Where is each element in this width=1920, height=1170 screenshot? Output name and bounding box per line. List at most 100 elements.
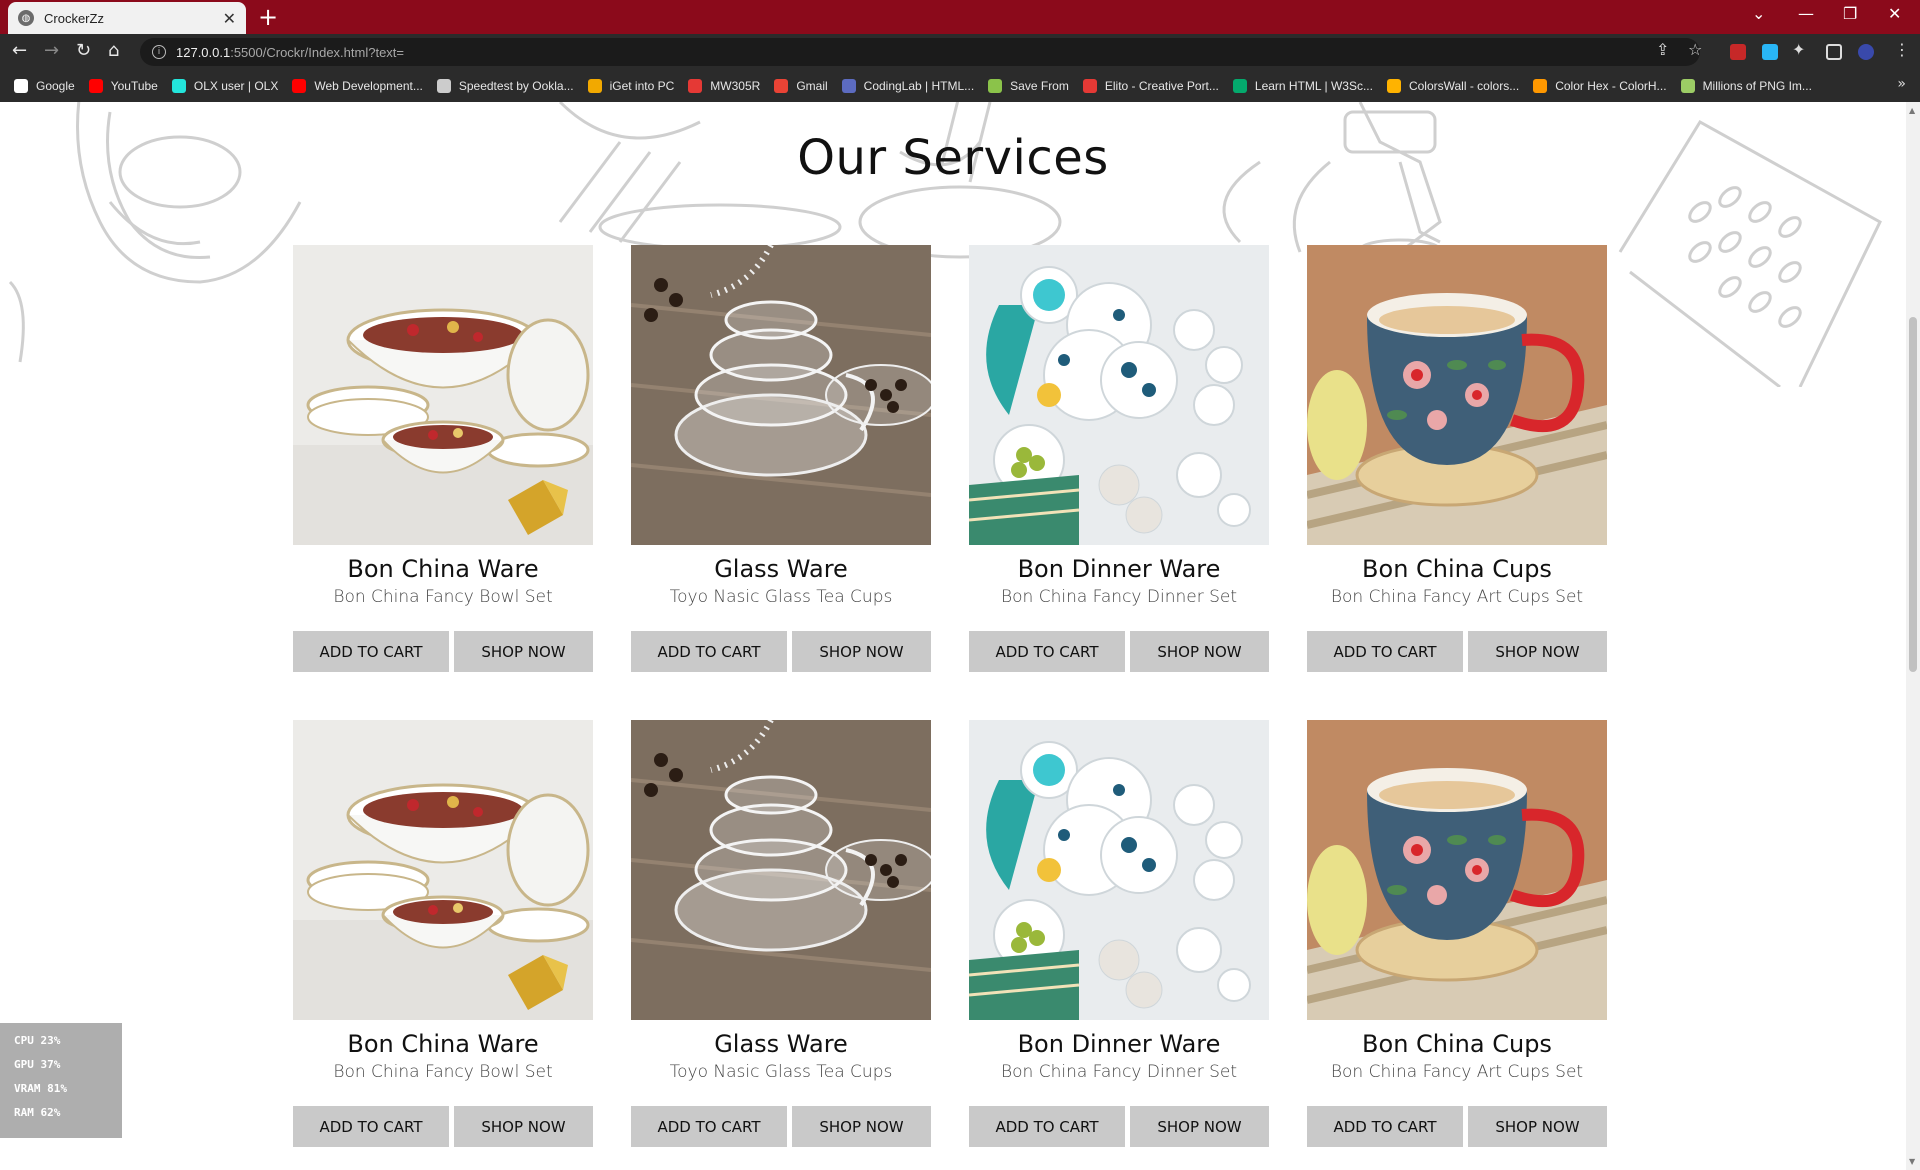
site-info-icon[interactable]: i — [152, 45, 166, 59]
bookmark-label: Color Hex - ColorH... — [1555, 79, 1667, 93]
cpu-usage: CPU 23% — [14, 1034, 61, 1047]
bookmark-item[interactable]: Gmail — [774, 79, 828, 93]
bookmark-item[interactable]: OLX user | OLX — [171, 79, 278, 93]
bookmark-label: Elito - Creative Port... — [1104, 79, 1219, 93]
active-tab[interactable]: ◍ CrockerZz ✕ — [8, 2, 246, 34]
shop-now-button[interactable]: SHOP NOW — [1468, 631, 1607, 672]
product-description: Bon China Fancy Dinner Set — [1000, 587, 1238, 607]
close-tab-icon[interactable]: ✕ — [223, 9, 236, 28]
add-to-cart-button[interactable]: ADD TO CART — [631, 1106, 787, 1147]
add-to-cart-button[interactable]: ADD TO CART — [631, 631, 787, 672]
bookmark-item[interactable]: Millions of PNG Im... — [1680, 79, 1812, 93]
bookmark-star-icon[interactable]: ☆ — [1688, 40, 1702, 59]
globe-icon: ◍ — [18, 10, 34, 26]
add-to-cart-button[interactable]: ADD TO CART — [1307, 631, 1463, 672]
back-arrow-icon[interactable]: ← — [12, 40, 27, 61]
bookmark-label: Millions of PNG Im... — [1702, 79, 1812, 93]
product-name: Bon China Ware — [347, 555, 539, 583]
product-photo — [1307, 720, 1607, 1020]
bookmark-item[interactable]: Learn HTML | W3Sc... — [1232, 79, 1373, 93]
section-title: Our Services — [797, 130, 1109, 186]
tab-strip: ◍ CrockerZz ✕ + ⌄ — ❐ ✕ — [0, 0, 1920, 34]
product-image[interactable] — [1307, 720, 1607, 1020]
bookmarks-bar: Google YouTube OLX user | OLX Web Developme… — [0, 70, 1920, 102]
product-image[interactable] — [293, 245, 593, 545]
bookmark-item[interactable]: Google — [14, 79, 75, 93]
bookmark-item[interactable]: Color Hex - ColorH... — [1533, 79, 1667, 93]
product-description: Bon China Fancy Dinner Set — [1000, 1062, 1238, 1082]
tab-title: CrockerZz — [44, 10, 104, 26]
bookmark-favicon-icon — [1386, 79, 1401, 93]
shop-now-button[interactable]: SHOP NOW — [1130, 631, 1269, 672]
product-name: Bon China Cups — [1362, 1030, 1552, 1058]
bookmark-item[interactable]: MW305R — [688, 79, 760, 93]
add-to-cart-button[interactable]: ADD TO CART — [293, 1106, 449, 1147]
product-image[interactable] — [293, 720, 593, 1020]
product-name: Bon Dinner Ware — [1017, 555, 1221, 583]
bookmark-item[interactable]: Elito - Creative Port... — [1082, 79, 1219, 93]
browser-toolbar: ← → ↻ ⌂ i 127.0.0.1 :5500/Crockr/Index.h… — [0, 34, 1920, 70]
product-description: Bon China Fancy Art Cups Set — [1330, 587, 1584, 607]
product-image[interactable] — [969, 720, 1269, 1020]
bookmark-label: ColorsWall - colors... — [1408, 79, 1520, 93]
add-to-cart-button[interactable]: ADD TO CART — [293, 631, 449, 672]
ublock-extension-icon[interactable] — [1730, 44, 1746, 60]
vertical-scrollbar[interactable]: ▲ ▼ — [1906, 102, 1920, 1170]
product-photo — [969, 720, 1269, 1020]
bookmark-item[interactable]: Speedtest by Ookla... — [436, 79, 574, 93]
bookmark-item[interactable]: YouTube — [88, 79, 158, 93]
product-image[interactable] — [631, 720, 931, 1020]
product-image[interactable] — [631, 245, 931, 545]
share-icon[interactable]: ⇪ — [1656, 40, 1669, 59]
bookmark-favicon-icon — [88, 79, 103, 93]
shop-now-button[interactable]: SHOP NOW — [1130, 1106, 1269, 1147]
reload-icon[interactable]: ↻ — [76, 40, 91, 61]
bookmark-item[interactable]: iGet into PC — [587, 79, 674, 93]
bookmark-item[interactable]: ColorsWall - colors... — [1386, 79, 1520, 93]
bookmark-favicon-icon — [1533, 79, 1548, 93]
bookmark-favicon-icon — [1082, 79, 1097, 93]
profile-avatar[interactable] — [1858, 44, 1874, 60]
product-name: Bon Dinner Ware — [1017, 1030, 1221, 1058]
bookmark-item[interactable]: Web Development... — [292, 79, 423, 93]
add-to-cart-button[interactable]: ADD TO CART — [969, 1106, 1125, 1147]
address-bar[interactable]: i 127.0.0.1 :5500/Crockr/Index.html?text… — [140, 38, 1700, 66]
home-icon[interactable]: ⌂ — [108, 40, 119, 61]
restore-icon[interactable]: ❐ — [1843, 4, 1857, 23]
bookmark-favicon-icon — [587, 79, 602, 93]
scroll-up-arrow-icon[interactable]: ▲ — [1909, 106, 1915, 115]
extension-icon[interactable] — [1762, 44, 1778, 60]
new-tab-button[interactable]: + — [258, 4, 278, 30]
product-photo — [293, 720, 593, 1020]
shop-now-button[interactable]: SHOP NOW — [1468, 1106, 1607, 1147]
close-window-icon[interactable]: ✕ — [1888, 4, 1901, 23]
product-name: Glass Ware — [714, 555, 848, 583]
side-panel-icon[interactable] — [1826, 44, 1842, 60]
product-card: Bon Dinner Ware Bon China Fancy Dinner S… — [969, 245, 1269, 672]
shop-now-button[interactable]: SHOP NOW — [792, 1106, 931, 1147]
bookmark-label: Web Development... — [314, 79, 423, 93]
extensions-puzzle-icon[interactable]: ✦ — [1792, 40, 1805, 59]
more-bookmarks-icon[interactable]: » — [1897, 76, 1906, 92]
product-actions: ADD TO CART SHOP NOW — [293, 1106, 593, 1147]
bookmark-item[interactable]: Save From — [988, 79, 1069, 93]
shop-now-button[interactable]: SHOP NOW — [454, 631, 593, 672]
bookmark-item[interactable]: CodingLab | HTML... — [841, 79, 974, 93]
menu-kebab-icon[interactable]: ⋮ — [1894, 40, 1910, 59]
add-to-cart-button[interactable]: ADD TO CART — [1307, 1106, 1463, 1147]
scrollbar-thumb[interactable] — [1909, 317, 1917, 672]
shop-now-button[interactable]: SHOP NOW — [792, 631, 931, 672]
forward-arrow-icon[interactable]: → — [44, 40, 59, 61]
scroll-down-arrow-icon[interactable]: ▼ — [1909, 1157, 1915, 1166]
minimize-icon[interactable]: — — [1798, 4, 1814, 23]
product-image[interactable] — [969, 245, 1269, 545]
product-name: Bon China Ware — [347, 1030, 539, 1058]
product-image[interactable] — [1307, 245, 1607, 545]
product-actions: ADD TO CART SHOP NOW — [631, 631, 931, 672]
add-to-cart-button[interactable]: ADD TO CART — [969, 631, 1125, 672]
shop-now-button[interactable]: SHOP NOW — [454, 1106, 593, 1147]
product-description: Bon China Fancy Bowl Set — [333, 587, 553, 607]
tab-search-icon[interactable]: ⌄ — [1752, 4, 1765, 23]
bookmark-label: Save From — [1010, 79, 1069, 93]
product-name: Glass Ware — [714, 1030, 848, 1058]
